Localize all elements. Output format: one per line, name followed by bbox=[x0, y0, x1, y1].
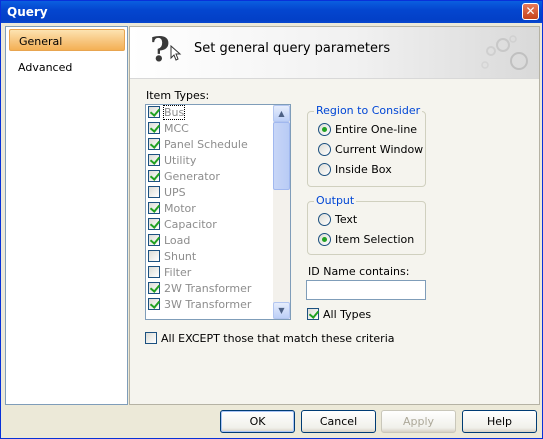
radio-button-icon[interactable] bbox=[318, 212, 331, 226]
list-item-bus[interactable]: Bus bbox=[148, 105, 274, 122]
id-name-label: ID Name contains: bbox=[308, 265, 410, 278]
list-item-shunt[interactable]: Shunt bbox=[148, 250, 274, 266]
scroll-thumb[interactable] bbox=[273, 122, 290, 190]
checkbox-icon[interactable] bbox=[145, 332, 157, 344]
query-dialog: Query ✕ General Advanced ? Set general q… bbox=[0, 0, 543, 439]
checkbox-icon[interactable] bbox=[148, 298, 160, 310]
checkbox-icon[interactable] bbox=[148, 202, 160, 214]
list-item-filter[interactable]: Filter bbox=[148, 266, 274, 282]
banner-title: Set general query parameters bbox=[194, 41, 391, 56]
list-item-load[interactable]: Load bbox=[148, 234, 274, 250]
list-item-panel-schedule[interactable]: Panel Schedule bbox=[148, 138, 274, 154]
item-types-label: Item Types: bbox=[146, 89, 210, 102]
checkbox-icon[interactable] bbox=[148, 250, 160, 262]
radio-entire-one-line[interactable]: Entire One-line bbox=[318, 122, 417, 137]
content-panel: ? Set general query parameters Item Type… bbox=[129, 26, 540, 405]
list-scrollbar[interactable]: ▲ ▼ bbox=[273, 105, 290, 319]
apply-button[interactable]: Apply bbox=[381, 410, 456, 433]
radio-text[interactable]: Text bbox=[318, 212, 357, 227]
list-item-utility[interactable]: Utility bbox=[148, 154, 274, 170]
checkbox-icon[interactable] bbox=[307, 308, 319, 320]
help-question-icon: ? bbox=[150, 30, 170, 70]
list-item-mcc[interactable]: MCC bbox=[148, 122, 274, 138]
close-button[interactable]: ✕ bbox=[522, 3, 539, 20]
checkbox-icon[interactable] bbox=[148, 218, 160, 230]
radio-button-icon[interactable] bbox=[318, 122, 331, 136]
radio-button-icon[interactable] bbox=[318, 162, 331, 176]
nav-item-advanced[interactable]: Advanced bbox=[9, 56, 125, 78]
item-types-list[interactable]: Bus MCC Panel Schedule Utility Generator… bbox=[145, 104, 291, 320]
list-item-3w-transformer[interactable]: 3W Transformer bbox=[148, 298, 274, 314]
checkbox-icon[interactable] bbox=[148, 266, 160, 278]
radio-inside-box[interactable]: Inside Box bbox=[318, 162, 392, 177]
checkbox-icon[interactable] bbox=[148, 138, 160, 150]
radio-button-icon[interactable] bbox=[318, 232, 331, 246]
help-button[interactable]: Help bbox=[462, 410, 537, 433]
header-banner: ? Set general query parameters bbox=[130, 27, 539, 79]
nav-item-general[interactable]: General bbox=[9, 29, 125, 51]
checkbox-icon[interactable] bbox=[148, 106, 160, 118]
region-group: Region to Consider Entire One-line Curre… bbox=[307, 104, 426, 187]
list-item-2w-transformer[interactable]: 2W Transformer bbox=[148, 282, 274, 298]
checkbox-icon[interactable] bbox=[148, 122, 160, 134]
scroll-up-icon[interactable]: ▲ bbox=[273, 105, 290, 122]
decorative-circles-icon bbox=[481, 35, 528, 70]
nav-panel: General Advanced bbox=[5, 26, 128, 405]
list-item-ups[interactable]: UPS bbox=[148, 186, 274, 202]
title-bar[interactable]: Query ✕ bbox=[1, 1, 542, 23]
cancel-button[interactable]: Cancel bbox=[301, 410, 376, 433]
checkbox-icon[interactable] bbox=[148, 186, 160, 198]
output-group-title: Output bbox=[314, 194, 357, 207]
scroll-down-icon[interactable]: ▼ bbox=[273, 302, 290, 319]
list-item-capacitor[interactable]: Capacitor bbox=[148, 218, 274, 234]
radio-current-window[interactable]: Current Window bbox=[318, 142, 423, 157]
list-item-generator[interactable]: Generator bbox=[148, 170, 274, 186]
checkbox-icon[interactable] bbox=[148, 282, 160, 294]
all-types-checkbox[interactable]: All Types bbox=[307, 308, 371, 321]
radio-button-icon[interactable] bbox=[318, 142, 331, 156]
output-group: Output Text Item Selection bbox=[307, 194, 426, 255]
ok-button[interactable]: OK bbox=[220, 410, 295, 433]
id-name-input[interactable] bbox=[306, 280, 426, 300]
checkbox-icon[interactable] bbox=[148, 154, 160, 166]
checkbox-icon[interactable] bbox=[148, 234, 160, 246]
radio-item-selection[interactable]: Item Selection bbox=[318, 232, 414, 247]
checkbox-icon[interactable] bbox=[148, 170, 160, 182]
cursor-arrow-icon bbox=[170, 45, 182, 61]
region-group-title: Region to Consider bbox=[314, 104, 423, 117]
window-title: Query bbox=[7, 5, 48, 19]
list-item-motor[interactable]: Motor bbox=[148, 202, 274, 218]
except-criteria-checkbox[interactable]: All EXCEPT those that match these criter… bbox=[145, 332, 395, 345]
